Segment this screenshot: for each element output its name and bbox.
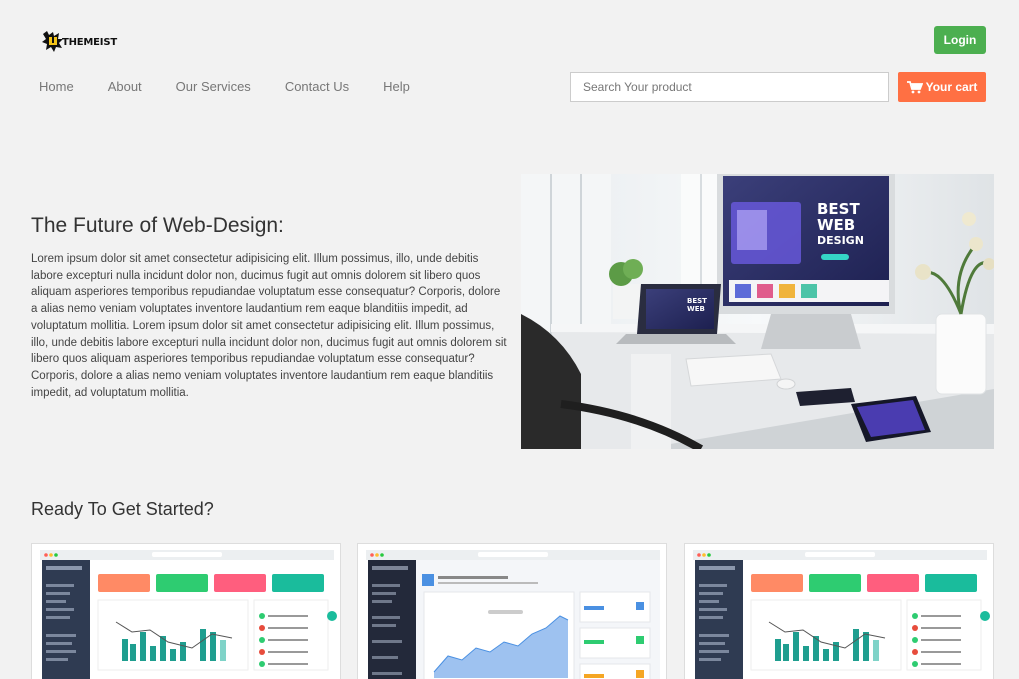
- nav-about[interactable]: About: [108, 79, 142, 94]
- logo[interactable]: THEMEIST: [40, 28, 117, 54]
- login-button[interactable]: Login: [934, 26, 986, 54]
- template-card-2[interactable]: [357, 543, 667, 679]
- hero-title: The Future of Web-Design:: [31, 214, 284, 237]
- nav-our-services[interactable]: Our Services: [176, 79, 251, 94]
- hero-text: Lorem ipsum dolor sit amet consectetur a…: [31, 253, 507, 399]
- nav-help[interactable]: Help: [383, 79, 410, 94]
- template-preview-1: [32, 544, 340, 679]
- nav-home[interactable]: Home: [39, 79, 74, 94]
- cart-icon: [906, 80, 923, 93]
- hero-image: BEST WEB DESIGN BEST WEB: [521, 174, 994, 449]
- cart-button[interactable]: Your cart: [898, 72, 986, 102]
- nav-contact-us[interactable]: Contact Us: [285, 79, 349, 94]
- laptop-text-2: WEB: [687, 305, 705, 313]
- templates-title: Ready To Get Started?: [31, 499, 214, 519]
- template-card-3[interactable]: [684, 543, 994, 679]
- logo-text: THEMEIST: [62, 36, 117, 48]
- cart-label: Your cart: [925, 80, 978, 94]
- monitor-text-3: DESIGN: [817, 234, 864, 247]
- logo-mark-icon: [42, 31, 63, 52]
- search-input[interactable]: [570, 72, 889, 102]
- monitor-text-2: WEB: [817, 216, 855, 234]
- main-nav: Home About Our Services Contact Us Help: [39, 79, 444, 94]
- template-card-1[interactable]: [31, 543, 341, 679]
- laptop-text-1: BEST: [687, 297, 707, 305]
- template-preview-3: [685, 544, 993, 679]
- template-preview-2: [358, 544, 666, 679]
